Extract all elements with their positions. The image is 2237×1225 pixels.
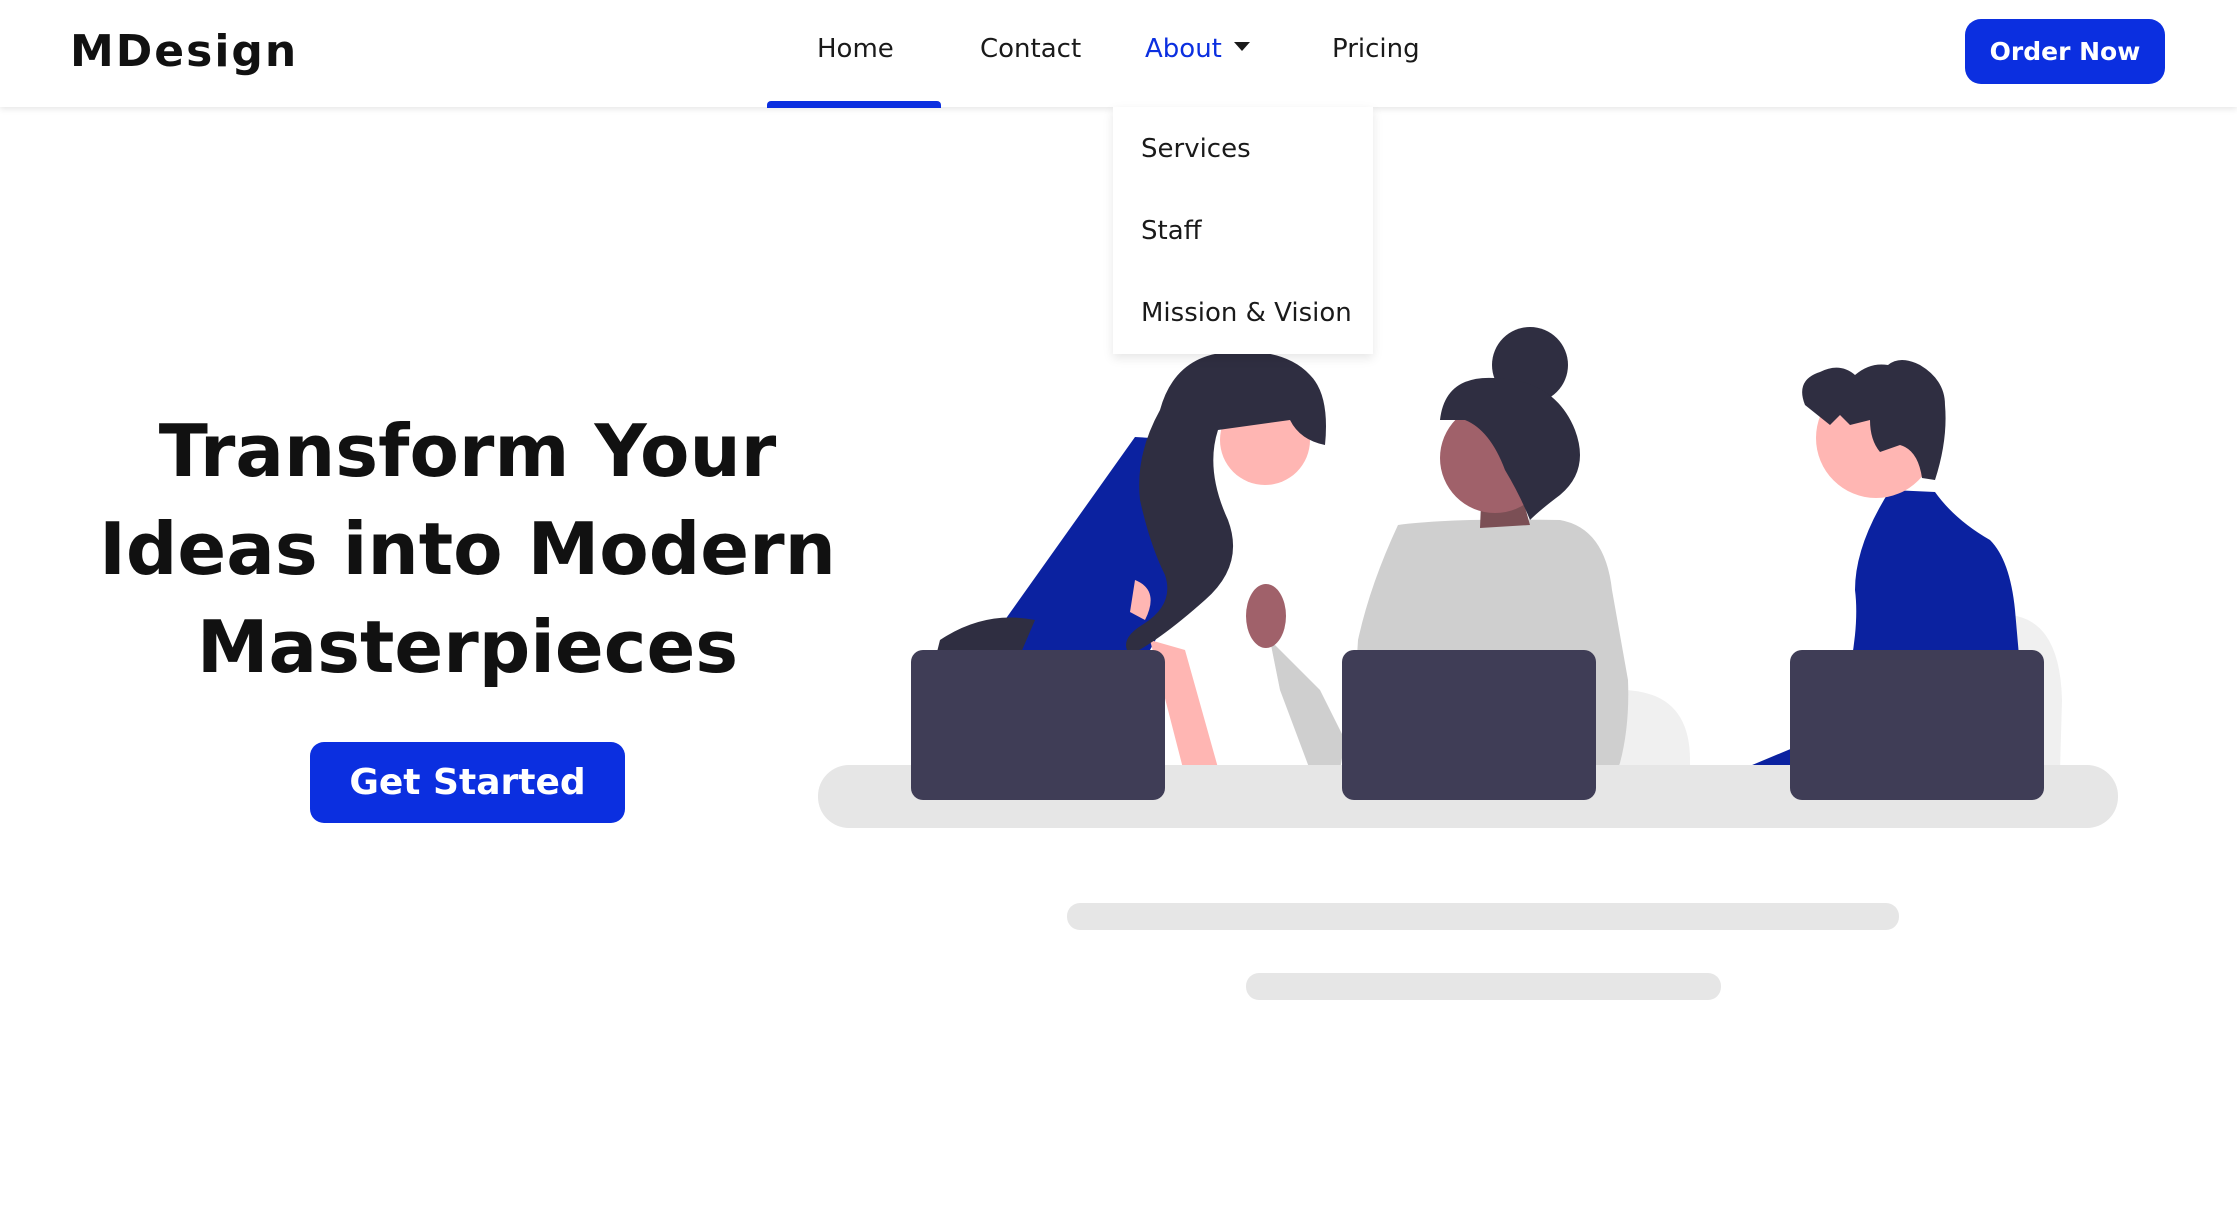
nav-link-pricing[interactable]: Pricing bbox=[1332, 34, 1420, 64]
dropdown-item-mission-vision[interactable]: Mission & Vision bbox=[1141, 298, 1352, 328]
nav-link-contact[interactable]: Contact bbox=[980, 34, 1081, 64]
dropdown-item-services[interactable]: Services bbox=[1141, 134, 1251, 164]
order-now-button[interactable]: Order Now bbox=[1965, 19, 2165, 84]
nav-link-about[interactable]: About bbox=[1145, 34, 1250, 64]
nav-links: Home Contact About Pricing bbox=[0, 0, 2237, 108]
laptop-middle bbox=[1342, 650, 1596, 800]
laptop-right bbox=[1790, 650, 2044, 800]
nav-link-about-label: About bbox=[1145, 34, 1222, 64]
nav-link-home[interactable]: Home bbox=[817, 34, 894, 64]
floor-line-short bbox=[1246, 973, 1721, 1000]
laptop-left bbox=[911, 650, 1165, 800]
caret-down-icon bbox=[1233, 42, 1250, 51]
about-dropdown-menu: Services Staff Mission & Vision bbox=[1113, 107, 1373, 354]
floor-line-long bbox=[1067, 903, 1899, 930]
active-nav-indicator bbox=[767, 101, 941, 108]
navbar: MDesign Home Contact About Pricing Order… bbox=[0, 0, 2237, 108]
dropdown-item-staff[interactable]: Staff bbox=[1141, 216, 1202, 246]
chair-middle-back bbox=[1620, 690, 1690, 770]
